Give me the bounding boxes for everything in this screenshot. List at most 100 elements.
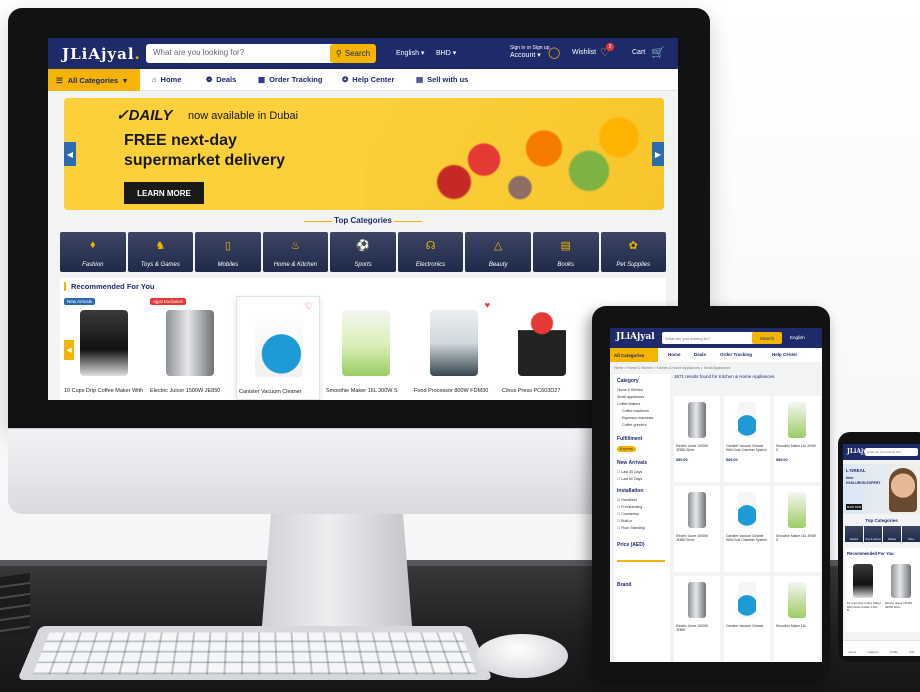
user-icon[interactable]: ◯ [548,46,560,59]
wishlist-link[interactable]: Wishlist [572,49,596,56]
category-mobiles[interactable]: ▯ Mobiles [195,232,261,272]
category-fashion[interactable]: ♦ Fashion [60,232,126,272]
phone-category[interactable]: Toys & Games [864,526,882,542]
phone-banner[interactable]: L'OREAL New HYALURON EXPERT SHOP NOW [843,464,920,514]
cart-link[interactable]: Cart [632,49,645,56]
nav-help-center[interactable]: ❂ Help Center [342,75,394,84]
product-card[interactable]: Smoothie Maker 16L 300W S 589.00 [774,396,820,482]
filter-item[interactable]: Espresso machines [622,416,653,420]
filter-item[interactable]: Small appliances [617,395,644,399]
product-image [342,310,390,376]
phone-search-input[interactable]: What are you looking for? [865,448,918,456]
tablet-header: JLiAjyal What are you looking for? Searc… [610,328,822,348]
banner-groceries-image [364,98,664,210]
currency-selector[interactable]: BHD ▾ [436,49,456,57]
filter-item[interactable]: Home & Kitchen [617,388,643,392]
phone-top-categories-title: Top Categories [865,518,898,523]
hero-banner[interactable]: ✓DAILY now available in Dubai FREE next-… [64,98,664,210]
product-image[interactable] [853,564,873,598]
banner-prev-arrow[interactable]: ◀ [64,142,76,166]
nav-order-tracking[interactable]: ▦ Order Tracking [258,75,322,84]
banner-next-arrow[interactable]: ▶ [652,142,664,166]
filter-checkbox[interactable]: ☐ Floor Standing [617,526,645,530]
product-card[interactable]: Electric Juicer 1500W JE850 Silver [674,486,720,572]
site-logo[interactable]: JLiAjyal. [62,45,141,63]
top-categories-title: Top Categories [334,216,392,225]
product-image [738,492,756,528]
search-button[interactable]: ⚲ Search [330,44,376,63]
tablet-search-input[interactable]: What are you looking for? [662,332,762,344]
wishlist-heart-icon[interactable]: ♡ [305,301,313,312]
product-card[interactable]: Electric Juicer 1500W JE850 [674,576,720,662]
bottom-nav-cart[interactable]: Cart [909,650,914,654]
product-image[interactable] [891,564,911,598]
bottom-nav-home[interactable]: Home [849,650,856,654]
product-card[interactable]: ♡ Canister Vacuum Cleaner [236,296,320,400]
tablet-nav-deals[interactable]: Deals [694,352,706,357]
tablet-nav-order-tracking[interactable]: Order Tracking [720,352,752,357]
kitchen-icon: ♨ [290,240,301,252]
filter-checkbox[interactable]: ☐ Countertop [617,512,639,516]
product-card[interactable]: Canister Vacuum Cleaner With Dust Chambe… [724,486,770,572]
account-menu[interactable]: Sign in or Sign up Account ▾ [510,45,549,60]
tablet-nav-home[interactable]: Home [668,352,681,357]
nav-deals[interactable]: ❁ Deals [206,75,236,84]
product-name[interactable]: 10 Cups Drip Coffee Maker With Glass Car… [847,601,881,613]
category-beauty[interactable]: △ Beauty [465,232,531,272]
tablet-logo[interactable]: JLiAjyal [616,332,655,342]
price-slider[interactable] [617,560,665,562]
filter-checkbox[interactable]: ☐ Freestanding [617,505,642,509]
product-card[interactable]: Citrus Press PC603D27 [500,296,584,400]
filter-item[interactable]: Coffee machines [622,409,649,413]
filter-checkbox[interactable]: ☐ Built-in [617,519,632,523]
carousel-prev-button[interactable]: ◀ [64,340,74,360]
phone-category[interactable]: Mobiles [883,526,901,542]
product-card[interactable]: Canister Vacuum Cleaner [724,576,770,662]
tablet-screen: JLiAjyal What are you looking for? Searc… [610,328,822,662]
filter-checkbox[interactable]: ☐ Last 60 Days [617,477,642,481]
product-name[interactable]: Electric Juicer 1500W JE850 Silver [885,601,919,609]
express-badge[interactable]: Express [617,446,636,452]
product-image [788,582,806,618]
phone-category[interactable]: Fashion [845,526,863,542]
product-card[interactable]: ♥ Food Processor 800W FDM30 [412,296,496,400]
product-card[interactable]: New Arrivals 10 Cups Drip Coffee Maker W… [62,296,146,400]
filter-item[interactable]: Coffee Makers [617,402,640,406]
product-card[interactable]: Smoothie Maker 16L 300W S [774,486,820,572]
bottom-nav-profile[interactable]: Profile [890,650,898,654]
category-toys-games[interactable]: ♞ Toys & Games [127,232,194,272]
category-sports[interactable]: ⚽ Sports [330,232,396,272]
all-categories-button[interactable]: ☰ All Categories ▾ [48,69,140,91]
product-card[interactable]: Smoothie Maker 16L 300W S [324,296,408,400]
tablet-nav-help-center[interactable]: Help Center [772,352,797,357]
product-card[interactable]: Ajyal Exclusive Electric Juicer 1500W JE… [148,296,232,400]
nav-sell-with-us[interactable]: ▤ Sell with us [416,75,468,84]
wishlist-heart-filled-icon[interactable]: ♥ [485,300,490,310]
tablet-all-categories[interactable]: All Categories [610,348,658,362]
product-card[interactable]: Canister Vacuum Cleaner With Dust Chambe… [724,396,770,482]
filter-item[interactable]: Coffee grinders [622,423,647,427]
category-home-kitchen[interactable]: ♨ Home & Kitchen [262,232,329,272]
filter-checkbox[interactable]: ☑ Handheld [617,498,637,502]
product-card[interactable]: Smoothie Maker 16L [774,576,820,662]
help-icon: ❂ [342,75,349,84]
main-navbar: ☰ All Categories ▾ ⌂ Home ❁ Deals ▦ Order T… [48,69,678,91]
category-electronics[interactable]: ☊ Electronics [397,232,464,272]
learn-more-button[interactable]: LEARN MORE [124,182,204,204]
beauty-icon: △ [493,240,503,252]
bottom-nav-category[interactable]: Category [867,650,878,654]
nav-home[interactable]: ⌂ Home [152,75,181,84]
tablet-search-button[interactable]: Search [752,332,782,344]
tablet-language[interactable]: English [790,335,805,340]
shop-now-button[interactable]: SHOP NOW [846,504,862,510]
phone-screen: JLiAjyal What are you looking for? L'ORE… [843,444,920,656]
breadcrumb[interactable]: Home > Home & Kitchen > Kitchen & Home A… [614,366,730,370]
language-selector[interactable]: English ▾ [396,49,424,57]
phone-category[interactable]: Home [902,526,920,542]
category-books[interactable]: ▤ Books [532,232,599,272]
headphones-icon: ☊ [425,240,436,252]
category-pet-supplies[interactable]: ✿ Pet Supplies [600,232,667,272]
product-card[interactable]: Electric Juicer 1500W JE850 Silver 589.00 [674,396,720,482]
filter-checkbox[interactable]: ☐ Last 30 Days [617,470,642,474]
cart-icon[interactable]: 🛒 [651,46,665,59]
